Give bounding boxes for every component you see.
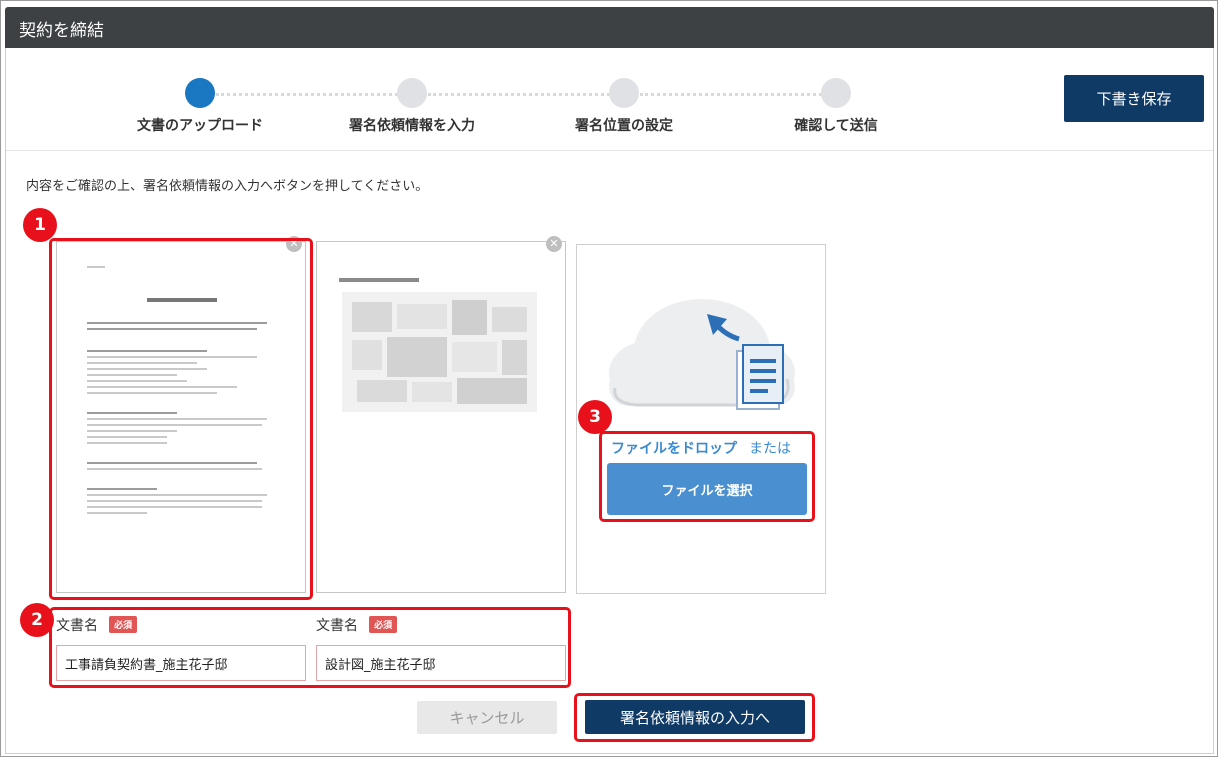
step-4-dot xyxy=(821,78,851,108)
step-3-label: 署名位置の設定 xyxy=(575,118,673,134)
step-connector xyxy=(640,93,822,96)
progress-stepper: 文書のアップロード 署名依頼情報を入力 署名位置の設定 確認して送信 下書き保存 xyxy=(6,48,1213,151)
document-preview-heading xyxy=(339,278,419,282)
window-title: 契約を締結 xyxy=(19,21,104,41)
step-connector xyxy=(216,93,398,96)
callout-highlight-1 xyxy=(49,238,313,600)
window-titlebar: 契約を締結 xyxy=(5,7,1214,48)
callout-highlight-submit xyxy=(574,693,815,742)
step-2-dot xyxy=(397,78,427,108)
document-thumbnail-2[interactable] xyxy=(316,241,566,593)
step-3-dot xyxy=(609,78,639,108)
step-connector xyxy=(428,93,610,96)
file-upload-dropzone[interactable]: ファイルをドロップ または ファイルを選択 xyxy=(576,244,826,594)
callout-highlight-2 xyxy=(49,607,571,688)
step-1-dot xyxy=(185,78,215,108)
remove-document-2-icon[interactable]: ✕ xyxy=(546,236,562,252)
callout-marker-3: 3 xyxy=(578,400,612,434)
callout-marker-2: 2 xyxy=(20,603,54,637)
step-2-label: 署名依頼情報を入力 xyxy=(349,118,475,134)
callout-highlight-3 xyxy=(599,431,815,522)
app-frame: 契約を締結 文書のアップロード 署名依頼情報を入力 署名位置の設定 確認して送信… xyxy=(0,0,1218,757)
step-4-label: 確認して送信 xyxy=(794,118,878,134)
instruction-text: 内容をご確認の上、署名依頼情報の入力へボタンを押してください。 xyxy=(26,179,429,194)
callout-marker-1: 1 xyxy=(23,208,57,242)
save-draft-button[interactable]: 下書き保存 xyxy=(1064,75,1204,122)
cloud-upload-icon xyxy=(609,299,795,410)
document-preview-blueprint xyxy=(342,292,537,412)
cancel-button[interactable]: キャンセル xyxy=(417,701,557,734)
step-1-label: 文書のアップロード xyxy=(137,118,263,134)
